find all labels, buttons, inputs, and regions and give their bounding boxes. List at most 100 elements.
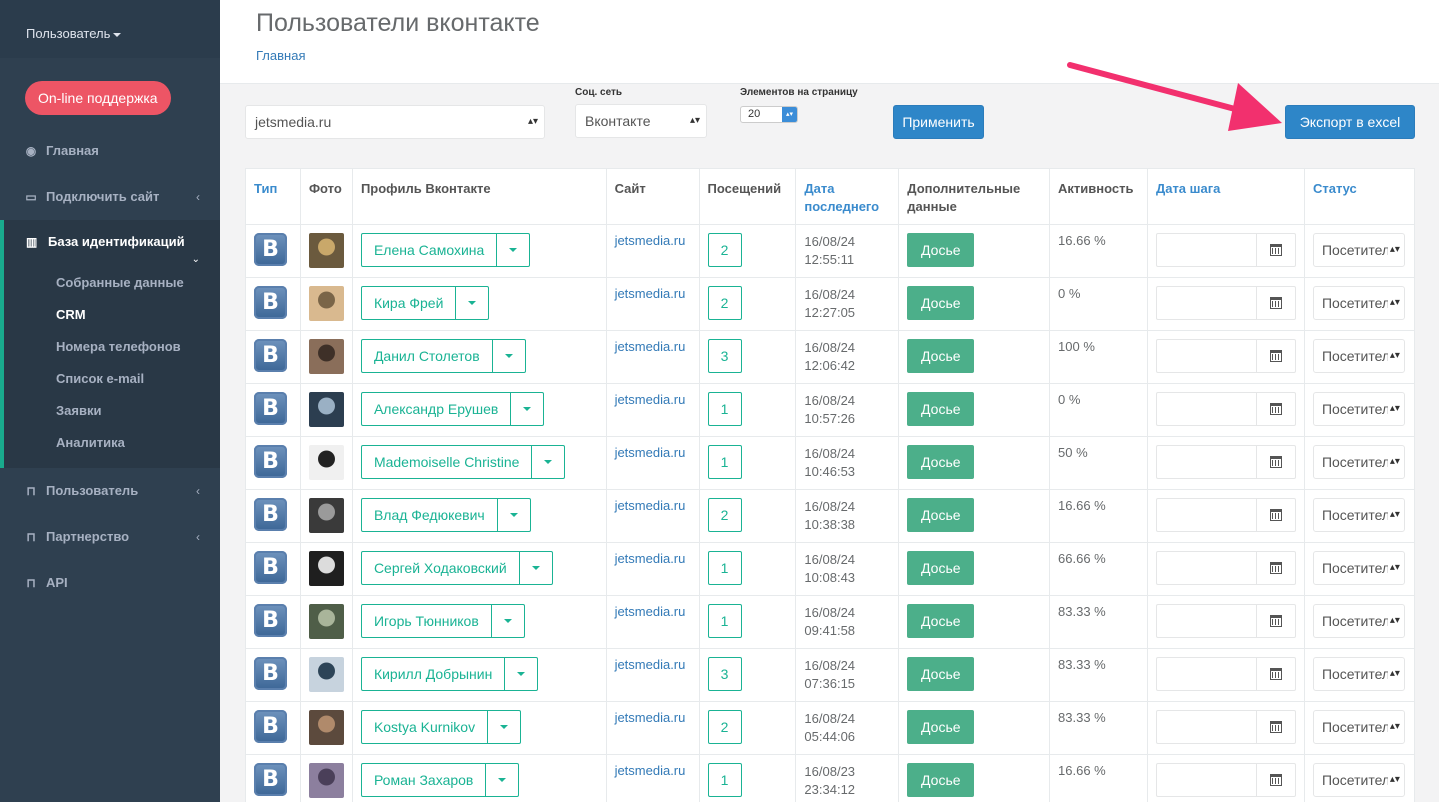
profile-dropdown-toggle[interactable] — [488, 711, 520, 743]
profile-dropdown-toggle[interactable] — [486, 764, 518, 796]
avatar[interactable] — [308, 710, 344, 745]
profile-name-button[interactable]: Александр Ерушев — [362, 393, 512, 425]
step-date-input[interactable] — [1157, 393, 1257, 425]
dossier-button[interactable]: Досье — [907, 657, 975, 691]
profile-name-button[interactable]: Сергей Ходаковский — [362, 552, 520, 584]
calendar-button[interactable] — [1257, 711, 1295, 743]
visits-count[interactable]: 1 — [707, 445, 742, 479]
calendar-button[interactable] — [1257, 234, 1295, 266]
site-link[interactable]: jetsmedia.ru — [615, 392, 686, 407]
avatar[interactable] — [308, 445, 344, 480]
dossier-button[interactable]: Досье — [907, 286, 975, 320]
dossier-button[interactable]: Досье — [907, 498, 975, 532]
nav-partner[interactable]: ⊓ Партнерство ‹ — [0, 514, 220, 560]
profile-dropdown-toggle[interactable] — [532, 446, 564, 478]
calendar-button[interactable] — [1257, 552, 1295, 584]
site-link[interactable]: jetsmedia.ru — [615, 710, 686, 725]
avatar[interactable] — [308, 657, 344, 692]
apply-button[interactable]: Применить — [893, 105, 984, 139]
step-date-input[interactable] — [1157, 605, 1257, 637]
step-date-input[interactable] — [1157, 711, 1257, 743]
breadcrumb-home[interactable]: Главная — [256, 48, 305, 63]
col-type[interactable]: Тип — [245, 168, 301, 225]
profile-dropdown-toggle[interactable] — [511, 393, 543, 425]
col-status[interactable]: Статус — [1303, 168, 1416, 225]
visits-count[interactable]: 3 — [707, 339, 742, 373]
sub-collected-data[interactable]: Собранные данные — [56, 275, 184, 290]
visits-count[interactable]: 1 — [707, 551, 742, 585]
dossier-button[interactable]: Досье — [907, 710, 975, 744]
sub-phones[interactable]: Номера телефонов — [56, 339, 181, 354]
avatar[interactable] — [308, 392, 344, 427]
status-select[interactable]: Посетитель ▴▾ — [1312, 233, 1405, 267]
avatar[interactable] — [308, 233, 344, 268]
profile-dropdown-toggle[interactable] — [498, 499, 530, 531]
dossier-button[interactable]: Досье — [907, 339, 975, 373]
profile-dropdown-toggle[interactable] — [505, 658, 537, 690]
nav-api[interactable]: ⊓ API — [0, 560, 220, 606]
sub-emails[interactable]: Список e-mail — [56, 371, 144, 386]
profile-dropdown-toggle[interactable] — [456, 287, 488, 319]
status-select[interactable]: Посетитель ▴▾ — [1312, 551, 1405, 585]
visits-count[interactable]: 2 — [707, 498, 742, 532]
dossier-button[interactable]: Досье — [907, 551, 975, 585]
avatar[interactable] — [308, 763, 344, 798]
status-select[interactable]: Посетитель ▴▾ — [1312, 339, 1405, 373]
status-select[interactable]: Посетитель ▴▾ — [1312, 392, 1405, 426]
profile-name-button[interactable]: Данил Столетов — [362, 340, 493, 372]
site-link[interactable]: jetsmedia.ru — [615, 339, 686, 354]
nav-user[interactable]: ⊓ Пользователь ‹ — [0, 468, 220, 514]
site-select[interactable]: jetsmedia.ru ▴▾ — [245, 105, 545, 139]
calendar-button[interactable] — [1257, 605, 1295, 637]
avatar[interactable] — [308, 339, 344, 374]
status-select[interactable]: Посетитель ▴▾ — [1312, 604, 1405, 638]
per-page-input[interactable]: 20 ▴▾ — [740, 106, 798, 123]
profile-name-button[interactable]: Кирилл Добрынин — [362, 658, 506, 690]
step-date-input[interactable] — [1157, 499, 1257, 531]
status-select[interactable]: Посетитель ▴▾ — [1312, 763, 1405, 797]
site-link[interactable]: jetsmedia.ru — [615, 657, 686, 672]
export-excel-button[interactable]: Экспорт в excel — [1285, 105, 1415, 139]
step-date-input[interactable] — [1157, 234, 1257, 266]
sub-crm[interactable]: CRM — [56, 307, 86, 322]
col-step-date[interactable]: Дата шага — [1146, 168, 1305, 225]
network-select[interactable]: Вконтакте ▴▾ — [575, 104, 707, 138]
step-date-input[interactable] — [1157, 340, 1257, 372]
dossier-button[interactable]: Досье — [907, 604, 975, 638]
calendar-button[interactable] — [1257, 340, 1295, 372]
avatar[interactable] — [308, 604, 344, 639]
profile-dropdown-toggle[interactable] — [492, 605, 524, 637]
site-link[interactable]: jetsmedia.ru — [615, 233, 686, 248]
step-date-input[interactable] — [1157, 552, 1257, 584]
online-support-button[interactable]: On-line поддержка — [25, 81, 171, 115]
sub-analytics[interactable]: Аналитика — [56, 435, 125, 450]
calendar-button[interactable] — [1257, 446, 1295, 478]
visits-count[interactable]: 3 — [707, 657, 742, 691]
status-select[interactable]: Посетитель ▴▾ — [1312, 657, 1405, 691]
calendar-button[interactable] — [1257, 287, 1295, 319]
step-date-input[interactable] — [1157, 658, 1257, 690]
site-link[interactable]: jetsmedia.ru — [615, 604, 686, 619]
visits-count[interactable]: 1 — [707, 763, 742, 797]
visits-count[interactable]: 1 — [707, 392, 742, 426]
sub-requests[interactable]: Заявки — [56, 403, 101, 418]
nav-base[interactable]: ▥ База идентификаций — [26, 234, 185, 249]
calendar-button[interactable] — [1257, 658, 1295, 690]
visits-count[interactable]: 2 — [707, 710, 742, 744]
site-link[interactable]: jetsmedia.ru — [615, 286, 686, 301]
profile-dropdown-toggle[interactable] — [493, 340, 525, 372]
stepper-icon[interactable]: ▴▾ — [782, 107, 797, 122]
col-last-date[interactable]: Дата последнего — [795, 168, 900, 225]
status-select[interactable]: Посетитель ▴▾ — [1312, 286, 1405, 320]
visits-count[interactable]: 2 — [707, 286, 742, 320]
profile-dropdown-toggle[interactable] — [497, 234, 529, 266]
profile-dropdown-toggle[interactable] — [520, 552, 552, 584]
user-menu[interactable]: Пользователь — [26, 26, 122, 41]
avatar[interactable] — [308, 498, 344, 533]
profile-name-button[interactable]: Игорь Тюнников — [362, 605, 492, 637]
site-link[interactable]: jetsmedia.ru — [615, 498, 686, 513]
profile-name-button[interactable]: Влад Федюкевич — [362, 499, 498, 531]
status-select[interactable]: Посетитель ▴▾ — [1312, 710, 1405, 744]
nav-connect-site[interactable]: ▭ Подключить сайт ‹ — [0, 174, 220, 220]
calendar-button[interactable] — [1257, 393, 1295, 425]
